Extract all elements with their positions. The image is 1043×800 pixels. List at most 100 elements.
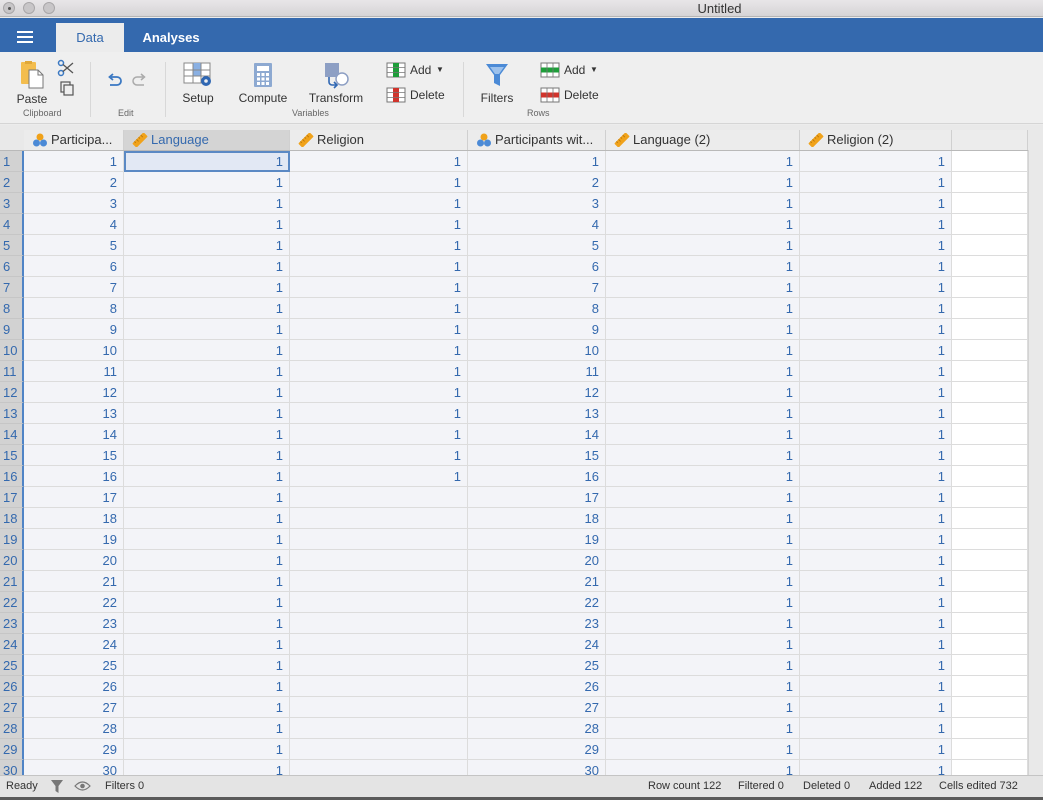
menu-icon[interactable] [17,31,33,43]
row-number[interactable]: 4 [0,214,24,235]
table-cell[interactable]: 1 [606,718,800,739]
empty-cell[interactable] [952,466,1028,487]
row-number[interactable]: 18 [0,508,24,529]
undo-button[interactable] [106,72,124,90]
table-cell[interactable]: 30 [24,760,124,775]
table-cell[interactable]: 1 [606,445,800,466]
table-cell[interactable]: 1 [800,676,952,697]
row-number[interactable]: 7 [0,277,24,298]
row-number[interactable]: 25 [0,655,24,676]
paste-button[interactable]: Paste [14,60,50,106]
table-cell[interactable]: 1 [290,151,468,172]
table-cell[interactable]: 1 [800,592,952,613]
empty-cell[interactable] [952,697,1028,718]
column-header[interactable]: Participa... [24,130,124,150]
table-cell[interactable]: 1 [290,193,468,214]
table-cell[interactable]: 1 [800,634,952,655]
empty-cell[interactable] [952,634,1028,655]
row-number[interactable]: 8 [0,298,24,319]
table-cell[interactable]: 1 [800,382,952,403]
table-cell[interactable]: 9 [24,319,124,340]
table-cell[interactable]: 5 [468,235,606,256]
filter-icon[interactable] [50,779,64,794]
add-row-button[interactable]: Add ▼ [540,61,602,79]
table-cell[interactable]: 4 [468,214,606,235]
empty-cell[interactable] [952,193,1028,214]
table-cell[interactable]: 19 [24,529,124,550]
column-header[interactable]: Language [124,130,290,150]
add-variable-button[interactable]: Add ▼ [386,61,448,79]
column-header[interactable]: Religion [290,130,468,150]
table-cell[interactable]: 1 [800,445,952,466]
table-cell[interactable]: 1 [290,214,468,235]
table-cell[interactable]: 1 [124,214,290,235]
table-cell[interactable]: 1 [124,151,290,172]
setup-button[interactable]: Setup [178,61,218,105]
row-number[interactable]: 19 [0,529,24,550]
table-cell[interactable]: 1 [124,424,290,445]
table-cell[interactable]: 1 [124,256,290,277]
table-cell[interactable]: 1 [124,739,290,760]
table-cell[interactable] [290,697,468,718]
row-number[interactable]: 9 [0,319,24,340]
table-cell[interactable]: 1 [800,361,952,382]
empty-cell[interactable] [952,655,1028,676]
row-number[interactable]: 27 [0,697,24,718]
table-cell[interactable]: 1 [290,382,468,403]
table-cell[interactable]: 1 [800,487,952,508]
table-cell[interactable]: 1 [606,214,800,235]
table-cell[interactable]: 1 [24,151,124,172]
table-cell[interactable]: 1 [606,508,800,529]
table-cell[interactable]: 1 [124,235,290,256]
table-cell[interactable]: 13 [24,403,124,424]
row-number[interactable]: 28 [0,718,24,739]
table-cell[interactable]: 1 [800,235,952,256]
empty-cell[interactable] [952,235,1028,256]
table-cell[interactable]: 18 [468,508,606,529]
table-cell[interactable]: 26 [468,676,606,697]
compute-button[interactable]: Compute [236,61,290,105]
tab-data[interactable]: Data [56,23,124,52]
eye-icon[interactable] [74,780,91,792]
empty-cell[interactable] [952,613,1028,634]
table-cell[interactable]: 1 [124,508,290,529]
table-cell[interactable]: 1 [290,319,468,340]
transform-button[interactable]: Transform [306,61,366,105]
table-cell[interactable]: 23 [24,613,124,634]
table-cell[interactable]: 26 [24,676,124,697]
table-cell[interactable]: 20 [468,550,606,571]
table-cell[interactable]: 1 [606,256,800,277]
table-cell[interactable]: 24 [24,634,124,655]
table-cell[interactable]: 15 [24,445,124,466]
table-cell[interactable]: 1 [290,466,468,487]
table-cell[interactable]: 1 [290,445,468,466]
table-cell[interactable]: 1 [606,424,800,445]
table-cell[interactable]: 1 [124,529,290,550]
table-cell[interactable]: 1 [124,382,290,403]
filters-button[interactable]: Filters [478,61,516,105]
table-cell[interactable]: 1 [606,655,800,676]
empty-cell[interactable] [952,718,1028,739]
row-number[interactable]: 2 [0,172,24,193]
table-cell[interactable]: 8 [24,298,124,319]
copy-button[interactable] [58,80,76,98]
table-cell[interactable]: 1 [124,550,290,571]
table-cell[interactable]: 1 [290,403,468,424]
empty-cell[interactable] [952,340,1028,361]
table-cell[interactable]: 25 [24,655,124,676]
table-cell[interactable]: 1 [124,676,290,697]
table-cell[interactable]: 1 [800,319,952,340]
table-cell[interactable]: 10 [468,340,606,361]
table-cell[interactable]: 9 [468,319,606,340]
empty-cell[interactable] [952,592,1028,613]
table-cell[interactable]: 1 [606,739,800,760]
table-cell[interactable]: 1 [124,361,290,382]
table-cell[interactable]: 20 [24,550,124,571]
table-cell[interactable]: 1 [124,445,290,466]
table-cell[interactable]: 1 [124,697,290,718]
table-cell[interactable]: 1 [800,718,952,739]
row-number[interactable]: 24 [0,634,24,655]
table-cell[interactable]: 7 [24,277,124,298]
table-cell[interactable]: 1 [606,466,800,487]
table-cell[interactable]: 1 [124,298,290,319]
